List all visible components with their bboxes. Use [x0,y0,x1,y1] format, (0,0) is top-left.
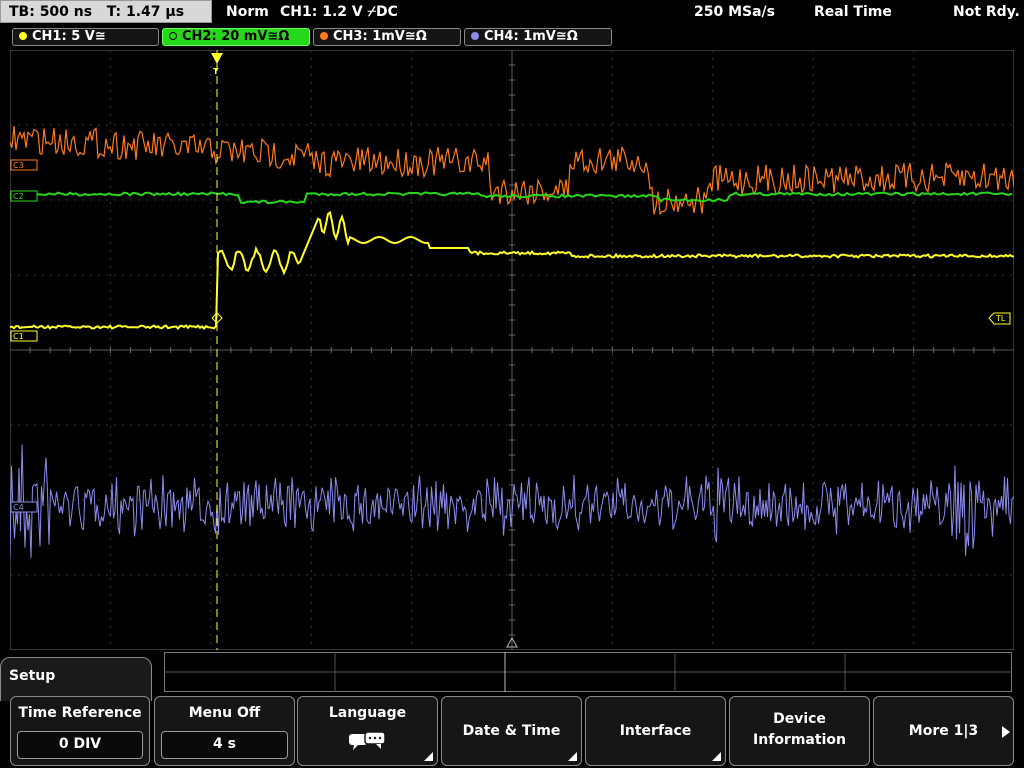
menu-off-value: 4 s [213,736,236,752]
date-time-label: Date & Time [462,723,561,739]
c2-marker-label: C2 [13,192,24,201]
trigger-level-marker[interactable]: TL [988,312,1011,325]
time-reference-label: Time Reference [18,705,142,721]
speech-bubbles-icon [348,731,388,757]
language-softkey[interactable]: Language [297,696,438,766]
time-reference-softkey[interactable]: Time Reference 0 DIV [10,696,150,766]
channel-ch3-chip[interactable]: CH3: 1mV≅Ω [313,28,461,46]
interface-label: Interface [619,723,692,739]
c1-marker-label: C1 [13,332,24,341]
device-information-label-line2: Information [753,732,846,748]
submenu-arrow-icon [424,752,433,761]
channel-ch1-chip[interactable]: CH1: 5 V≅ [12,28,159,46]
submenu-arrow-icon [568,752,577,761]
device-information-label-line1: Device [773,711,826,727]
ch2-color-dot [169,32,177,40]
device-information-softkey[interactable]: Device Information [729,696,870,766]
submenu-arrow-icon [712,752,721,761]
ch1-color-dot [19,32,27,40]
c2-level-marker[interactable]: C2 [10,190,38,202]
more-softkey[interactable]: More 1|3 [873,696,1014,766]
menu-off-softkey[interactable]: Menu Off 4 s [154,696,295,766]
menu-off-value-box[interactable]: 4 s [161,731,288,759]
time-offset-value: T: 1.47 µs [106,4,185,20]
channel-ch2-chip[interactable]: CH2: 20 mV≅Ω [162,28,310,46]
c3-level-marker[interactable]: C3 [10,159,38,171]
status-bar: TB: 500 ns T: 1.47 µs Norm CH1: 1.2 V ⌿D… [0,0,1024,24]
c4-marker-label: C4 [13,503,24,512]
date-time-softkey[interactable]: Date & Time [441,696,582,766]
trigger-mode[interactable]: Norm [226,0,269,24]
language-label: Language [328,705,407,721]
c1-level-marker[interactable]: C1 [10,330,38,342]
timebase-value: TB: 500 ns [9,4,93,20]
menu-off-label: Menu Off [188,705,261,721]
acquisition-mode: Real Time [814,4,892,20]
ch3-label: CH3: 1mV≅Ω [333,29,427,44]
trigger-setting[interactable]: CH1: 1.2 V ⌿DC [280,0,398,24]
channel-ch4-chip[interactable]: CH4: 1mV≅Ω [464,28,612,46]
waveform-display[interactable]: T C3 C2 C1 C4 TL [10,50,1014,650]
c4-level-marker[interactable]: C4 [10,501,38,513]
time-reference-value-box[interactable]: 0 DIV [17,731,143,759]
ch1-label: CH1: 5 V≅ [32,29,106,44]
ch4-color-dot [471,32,479,40]
more-label: More 1|3 [908,723,979,739]
ch2-label: CH2: 20 mV≅Ω [182,29,290,44]
waveform-canvas: T C3 C2 C1 C4 TL [10,50,1014,650]
ch4-label: CH4: 1mV≅Ω [484,29,578,44]
interface-softkey[interactable]: Interface [585,696,726,766]
zoom-overview-strip [164,652,1012,692]
trigger-position-label: T [213,67,219,76]
trigger-state: Not Rdy. [953,4,1020,20]
timebase-box[interactable]: TB: 500 ns T: 1.47 µs [0,0,212,23]
setup-menu-tab[interactable]: Setup [0,657,152,701]
sample-rate: 250 MSa/s [694,4,776,20]
c3-marker-label: C3 [13,161,24,170]
trigger-level-label: TL [995,314,1006,323]
time-reference-value: 0 DIV [58,736,102,752]
next-page-arrow-icon [1002,726,1010,738]
ch3-color-dot [320,32,328,40]
setup-menu-title: Setup [9,668,56,684]
